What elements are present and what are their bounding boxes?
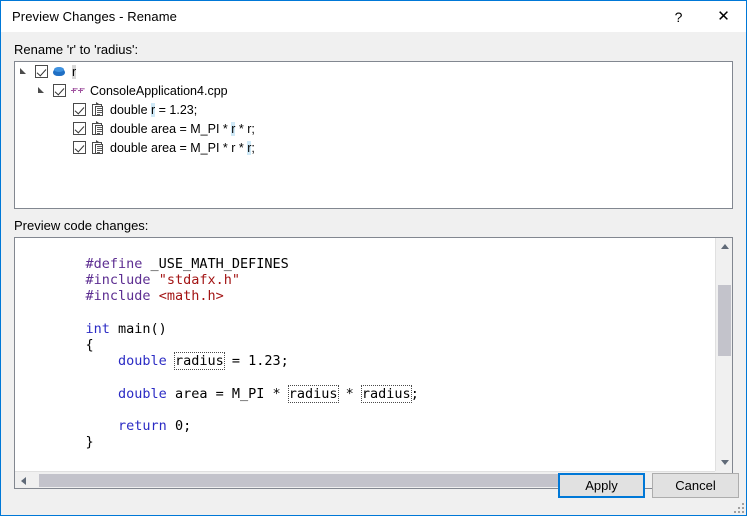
tree-row-occurrence[interactable]: double r = 1.23; [15, 100, 732, 119]
preview-changes-dialog: Preview Changes - Rename ? ✕ Rename 'r' … [0, 0, 747, 516]
tree-file-label: ConsoleApplication4.cpp [90, 83, 228, 98]
code-token: _USE_MATH_DEFINES [142, 256, 289, 272]
code-line: #include "stdafx.h" [53, 272, 714, 288]
arrow-up-icon [720, 244, 729, 249]
help-button[interactable]: ? [656, 1, 701, 32]
rename-label: Rename 'r' to 'radius': [14, 42, 139, 57]
dialog-footer: Apply Cancel [1, 465, 746, 515]
changes-tree[interactable]: r ConsoleApplication4.cpp double r = 1.2… [14, 61, 733, 209]
occurrence-text-1: double r = 1.23; [110, 102, 198, 117]
expander-file-icon[interactable] [36, 84, 49, 97]
checkbox-file[interactable] [53, 84, 66, 97]
tree-row-occurrence[interactable]: double area = M_PI * r * r; [15, 138, 732, 157]
cancel-button[interactable]: Cancel [652, 473, 739, 498]
code-line: #include <math.h> [53, 288, 714, 304]
preview-label: Preview code changes: [14, 218, 149, 233]
code-token: double [118, 385, 167, 402]
code-token: } [53, 434, 94, 451]
renamed-identifier: radius [173, 352, 225, 371]
help-icon: ? [674, 8, 683, 25]
code-token: #include [85, 272, 151, 289]
cpp-file-icon [69, 83, 85, 99]
close-button[interactable]: ✕ [701, 1, 746, 32]
code-line-icon [89, 101, 105, 118]
apply-button[interactable]: Apply [558, 473, 645, 498]
code-token: double [118, 353, 167, 370]
code-token: return [118, 417, 167, 434]
code-line: #define _USE_MATH_DEFINES [53, 256, 714, 272]
code-preview-panel[interactable]: #define _USE_MATH_DEFINES #include "stda… [14, 237, 733, 489]
resize-grip[interactable] [732, 501, 744, 513]
vertical-scroll-thumb[interactable] [718, 284, 731, 357]
code-token: #define [85, 256, 143, 272]
code-line: int main() [53, 321, 714, 337]
code-token: "stdafx.h" [158, 272, 240, 289]
tree-root-label: r [72, 64, 77, 79]
tree-row-root[interactable]: r [15, 62, 732, 81]
expander-root-icon[interactable] [18, 65, 31, 78]
scroll-up-button[interactable] [716, 238, 732, 255]
code-token: #include [85, 288, 151, 305]
vertical-scrollbar[interactable] [715, 238, 732, 471]
code-token: { [53, 336, 94, 353]
code-token: int [85, 320, 110, 337]
renamed-identifier: radius [287, 384, 339, 403]
renamed-identifier: radius [360, 384, 412, 403]
occurrence-text-3: double area = M_PI * r * r; [110, 140, 255, 155]
code-token: area = M_PI * [166, 385, 289, 402]
window-title: Preview Changes - Rename [12, 9, 177, 24]
code-line-icon [89, 120, 105, 137]
code-token: <math.h> [158, 288, 224, 305]
solution-icon [51, 64, 67, 80]
dialog-body: Rename 'r' to 'radius': r ConsoleApplica… [1, 32, 746, 515]
code-line: { [53, 337, 714, 353]
code-text: #define _USE_MATH_DEFINES #include "stda… [15, 238, 714, 470]
checkbox-occurrence-3[interactable] [73, 141, 86, 154]
code-token: = 1.23; [223, 353, 289, 370]
checkbox-occurrence-2[interactable] [73, 122, 86, 135]
occurrence-text-2: double area = M_PI * r * r; [110, 121, 255, 136]
checkbox-occurrence-1[interactable] [73, 103, 86, 116]
code-token: * [337, 385, 362, 402]
code-line: return 0; [53, 418, 714, 434]
code-token: ; [410, 385, 419, 402]
title-bar-buttons: ? ✕ [656, 1, 746, 32]
checkbox-root[interactable] [35, 65, 48, 78]
tree-row-occurrence[interactable]: double area = M_PI * r * r; [15, 119, 732, 138]
code-token: main() [109, 320, 167, 337]
code-line: double radius = 1.23; [53, 352, 714, 371]
code-line: double area = M_PI * radius * radius; [53, 384, 714, 403]
close-icon: ✕ [717, 8, 730, 25]
title-bar: Preview Changes - Rename ? ✕ [1, 1, 746, 32]
code-line: } [53, 434, 714, 450]
code-token: 0; [166, 417, 192, 434]
tree-row-file[interactable]: ConsoleApplication4.cpp [15, 81, 732, 100]
code-line-icon [89, 139, 105, 156]
